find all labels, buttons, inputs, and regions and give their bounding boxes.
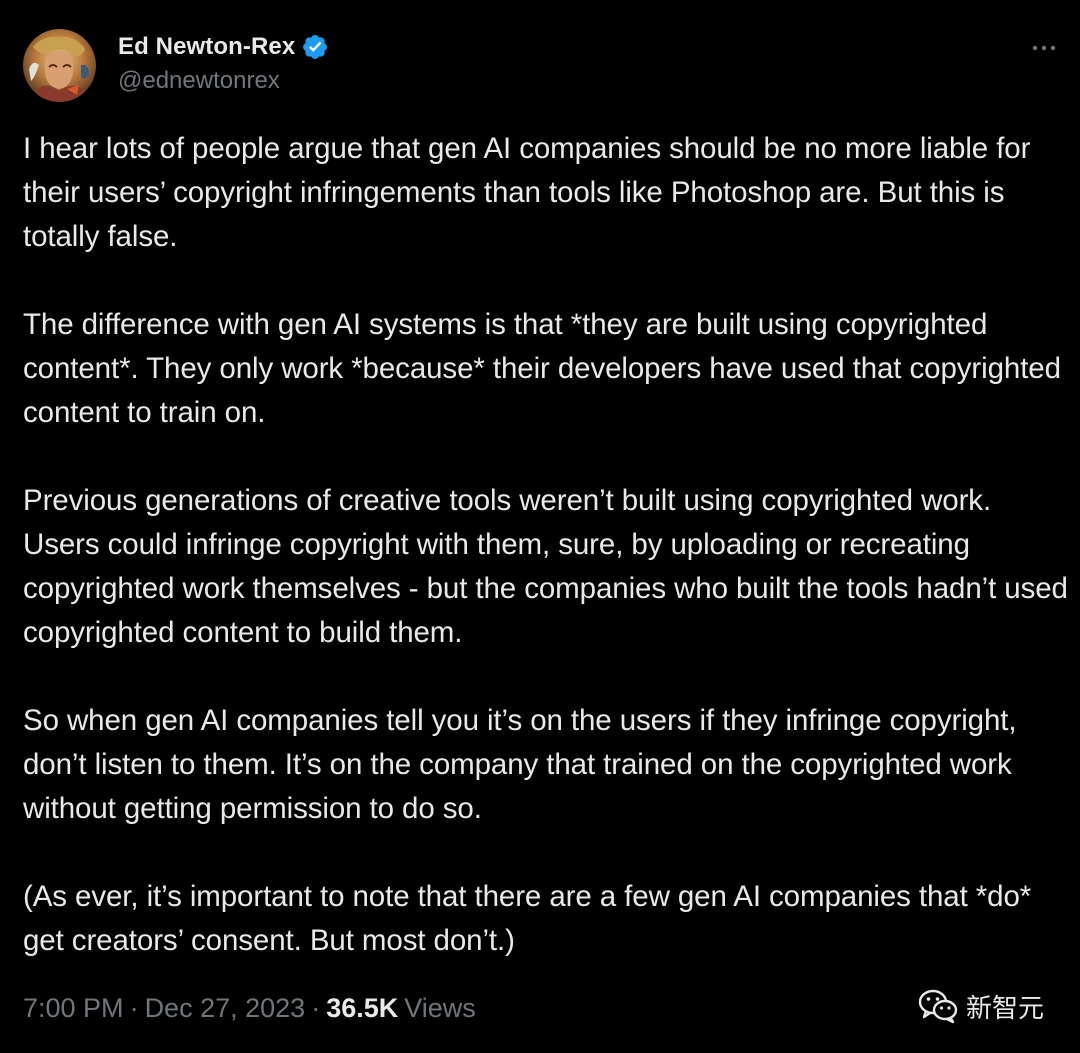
tweet-paragraph: So when gen AI companies tell you it’s o… bbox=[23, 704, 1017, 825]
meta-separator: · bbox=[129, 993, 139, 1023]
tweet-date[interactable]: Dec 27, 2023 bbox=[145, 993, 306, 1024]
more-options-icon[interactable] bbox=[1030, 38, 1058, 58]
tweet-paragraph: The difference with gen AI systems is th… bbox=[23, 308, 1061, 429]
author-handle[interactable]: @ednewtonrex bbox=[118, 67, 329, 95]
author-block: Ed Newton-Rex @ednewtonrex bbox=[118, 29, 329, 103]
tweet-paragraph: I hear lots of people argue that gen AI … bbox=[23, 132, 1031, 253]
verified-badge-icon[interactable] bbox=[301, 33, 329, 61]
views-label[interactable]: Views bbox=[404, 993, 476, 1024]
meta-separator: · bbox=[311, 993, 321, 1023]
avatar[interactable] bbox=[23, 29, 96, 102]
tweet-text: I hear lots of people argue that gen AI … bbox=[23, 127, 1073, 963]
tweet-time[interactable]: 7:00 PM bbox=[23, 993, 124, 1024]
author-name-row: Ed Newton-Rex bbox=[118, 29, 329, 65]
tweet: Ed Newton-Rex @ednewtonrex I hear lots o… bbox=[0, 0, 1080, 1053]
tweet-metadata: 7:00 PM · Dec 27, 2023 · 36.5K Views bbox=[23, 993, 476, 1024]
tweet-paragraph: (As ever, it’s important to note that th… bbox=[23, 880, 1032, 957]
wechat-icon bbox=[918, 988, 958, 1024]
author-display-name[interactable]: Ed Newton-Rex bbox=[118, 33, 295, 61]
watermark-text: 新智元 bbox=[966, 993, 1045, 1024]
views-count[interactable]: 36.5K bbox=[326, 993, 398, 1024]
avatar-image bbox=[23, 29, 96, 102]
tweet-paragraph: Previous generations of creative tools w… bbox=[23, 484, 1068, 649]
watermark: 新智元 bbox=[918, 986, 1044, 1026]
